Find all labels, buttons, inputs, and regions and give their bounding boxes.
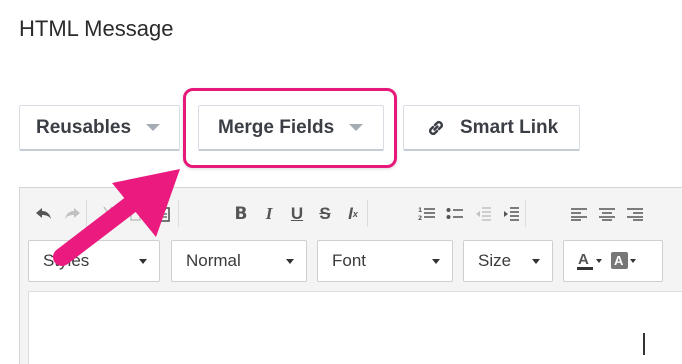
svg-text:A: A [614,253,624,268]
size-select[interactable]: Size [463,240,553,282]
caret-down-icon [286,259,294,264]
text-color-icon[interactable]: A [576,250,606,272]
font-select[interactable]: Font [317,240,453,282]
align-right-icon[interactable] [621,201,649,227]
strikethrough-icon[interactable]: S [311,201,339,227]
remove-format-icon[interactable]: Ix [339,201,367,227]
text-cursor [643,333,645,355]
size-select-value: Size [478,251,512,270]
merge-fields-highlight-box [183,88,397,168]
toolbar-group-align [565,200,649,227]
svg-text:2: 2 [418,215,422,222]
numbered-list-icon[interactable]: 12 [413,201,441,227]
font-select-value: Font [332,251,367,270]
svg-text:1: 1 [418,207,422,214]
align-center-icon[interactable] [593,201,621,227]
reusables-label: Reusables [36,116,132,138]
format-select-value: Normal [186,251,241,270]
section-title: HTML Message [19,16,174,41]
toolbar-group-basicstyles: 𝗕 I U S Ix [227,200,368,227]
outdent-icon[interactable] [469,201,497,227]
caret-down-icon [146,124,161,131]
underline-icon[interactable]: U [283,201,311,227]
indent-icon[interactable] [497,201,525,227]
color-buttons: A A [563,240,663,282]
link-icon [429,120,443,135]
caret-down-icon [532,259,540,264]
svg-text:A: A [578,251,589,268]
smart-link-button[interactable]: Smart Link [403,105,580,151]
reusables-dropdown-button[interactable]: Reusables [19,105,180,151]
align-left-icon[interactable] [565,201,593,227]
pink-arrow-icon [53,169,180,266]
caret-down-icon [432,259,440,264]
bulleted-list-icon[interactable] [441,201,469,227]
italic-icon[interactable]: I [255,201,283,227]
background-color-icon[interactable]: A [610,250,640,272]
smart-link-label: Smart Link [460,116,559,138]
editor-content-area[interactable] [28,291,682,364]
bold-icon[interactable]: 𝗕 [227,201,255,227]
toolbar-group-lists: 12 [413,200,526,227]
format-select[interactable]: Normal [171,240,307,282]
